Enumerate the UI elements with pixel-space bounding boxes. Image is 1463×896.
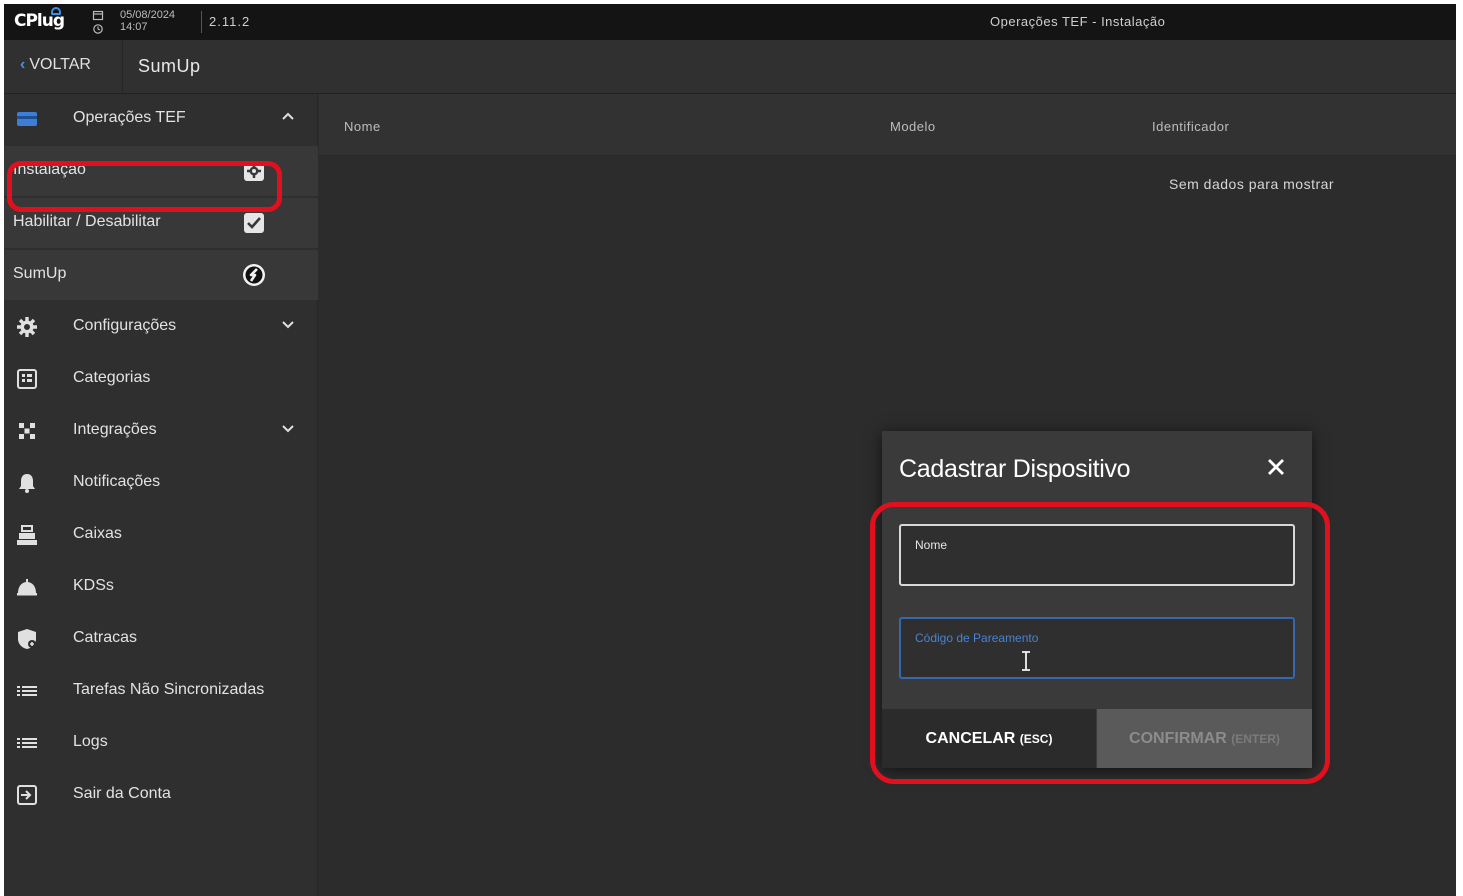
text-cursor-icon [1021, 651, 1031, 671]
sidebar-section-label: Operações TEF [73, 109, 186, 126]
close-icon[interactable] [1265, 456, 1287, 478]
back-label: VOLTAR [29, 56, 91, 73]
logout-icon [16, 784, 38, 806]
calendar-clock-icon [92, 10, 104, 36]
chevron-up-icon [280, 108, 296, 124]
sidebar-item-logs[interactable]: Logs [4, 718, 318, 768]
sidebar-item-label: Notificações [73, 473, 161, 490]
sidebar-item-label: Instalação [13, 161, 86, 178]
version-text: 2.11.2 [209, 14, 251, 29]
pairing-code-input[interactable] [913, 647, 1283, 669]
pairing-code-field[interactable]: Código de Pareamento [899, 617, 1295, 679]
column-header-identificador[interactable]: Identificador [1152, 119, 1229, 134]
name-field[interactable]: Nome [899, 524, 1295, 586]
sidebar-item-notificacoes[interactable]: Notificações [4, 458, 318, 508]
back-button[interactable]: ‹ VOLTAR [20, 56, 91, 74]
pairing-code-field-label: Código de Pareamento [915, 631, 1039, 645]
divider [201, 11, 202, 33]
sidebar-item-label: Habilitar / Desabilitar [13, 213, 161, 230]
sidebar-item-habilitar-desabilitar[interactable]: Habilitar / Desabilitar [4, 198, 318, 248]
confirm-button[interactable]: CONFIRMAR (ENTER) [1097, 709, 1312, 768]
sidebar-item-configuracoes[interactable]: Configurações [4, 302, 318, 352]
nav-bar: ‹ VOLTAR SumUp [4, 40, 1456, 94]
kitchen-bell-icon [16, 576, 38, 598]
grid-icon [16, 368, 38, 390]
app-window: CPlug 05/08/2024 14:07 2.11.2 Operações … [4, 4, 1456, 896]
cancel-hint: (ESC) [1019, 732, 1053, 746]
cancel-button[interactable]: CANCELAR (ESC) [882, 709, 1096, 768]
sidebar-item-tarefas-nao-sincronizadas[interactable]: Tarefas Não Sincronizadas [4, 666, 318, 716]
cancel-label: CANCELAR [925, 730, 1016, 747]
checkbox-icon [242, 211, 266, 235]
integration-icon [16, 420, 38, 442]
confirm-label: CONFIRMAR [1129, 730, 1227, 747]
column-header-modelo[interactable]: Modelo [890, 119, 936, 134]
window-title: Operações TEF - Instalação [990, 14, 1166, 29]
name-input[interactable] [913, 554, 1283, 576]
list-icon [16, 732, 38, 754]
sidebar-item-instalacao[interactable]: Instalação [4, 146, 318, 196]
time-text: 14:07 [120, 21, 148, 33]
gear-box-icon [242, 159, 266, 183]
top-bar: CPlug 05/08/2024 14:07 2.11.2 Operações … [4, 4, 1456, 40]
sidebar-item-caixas[interactable]: Caixas [4, 510, 318, 560]
cash-register-icon [16, 524, 38, 546]
sidebar-item-label: Logs [73, 733, 108, 750]
chevron-down-icon [280, 316, 296, 332]
date-text: 05/08/2024 [120, 9, 176, 21]
credit-card-icon [16, 108, 38, 130]
sumup-logo-icon [242, 263, 266, 287]
confirm-hint: (ENTER) [1231, 732, 1280, 746]
table-header: Nome Modelo Identificador [319, 94, 1456, 156]
sidebar-item-label: Configurações [73, 317, 177, 334]
turnstile-icon [16, 628, 38, 650]
cplug-logo: CPlug [14, 7, 65, 31]
column-header-nome[interactable]: Nome [344, 119, 381, 134]
sidebar-item-catracas[interactable]: Catracas [4, 614, 318, 664]
dialog-title: Cadastrar Dispositivo [899, 455, 1131, 483]
sidebar-item-label: Integrações [73, 421, 157, 438]
sidebar-item-label: Categorias [73, 369, 151, 386]
chevron-left-icon: ‹ [20, 56, 26, 73]
name-field-label: Nome [915, 538, 948, 552]
register-device-dialog: Cadastrar Dispositivo Nome Código de Par… [882, 431, 1312, 768]
sidebar-item-label: Tarefas Não Sincronizadas [73, 681, 265, 698]
page-title: SumUp [138, 56, 201, 76]
list-icon [16, 680, 38, 702]
gear-icon [16, 316, 38, 338]
empty-message: Sem dados para mostrar [1169, 176, 1335, 192]
divider [122, 40, 123, 94]
sidebar-item-categorias[interactable]: Categorias [4, 354, 318, 404]
sidebar-section-operacoes-tef[interactable]: Operações TEF [4, 94, 318, 144]
sidebar: Operações TEF Instalação Habilitar / Des… [4, 94, 318, 896]
sidebar-item-sair-da-conta[interactable]: Sair da Conta [4, 770, 318, 820]
date-time: 05/08/2024 14:07 [120, 9, 175, 33]
sidebar-item-label: Sair da Conta [73, 785, 171, 802]
sidebar-item-label: KDSs [73, 577, 114, 594]
sidebar-item-integracoes[interactable]: Integrações [4, 406, 318, 456]
sidebar-item-label: Catracas [73, 629, 138, 646]
sidebar-item-sumup[interactable]: SumUp [4, 250, 318, 300]
sidebar-item-label: SumUp [13, 265, 67, 282]
chevron-down-icon [280, 420, 296, 436]
bell-icon [16, 472, 38, 494]
sidebar-item-label: Caixas [73, 525, 122, 542]
sidebar-item-kdss[interactable]: KDSs [4, 562, 318, 612]
